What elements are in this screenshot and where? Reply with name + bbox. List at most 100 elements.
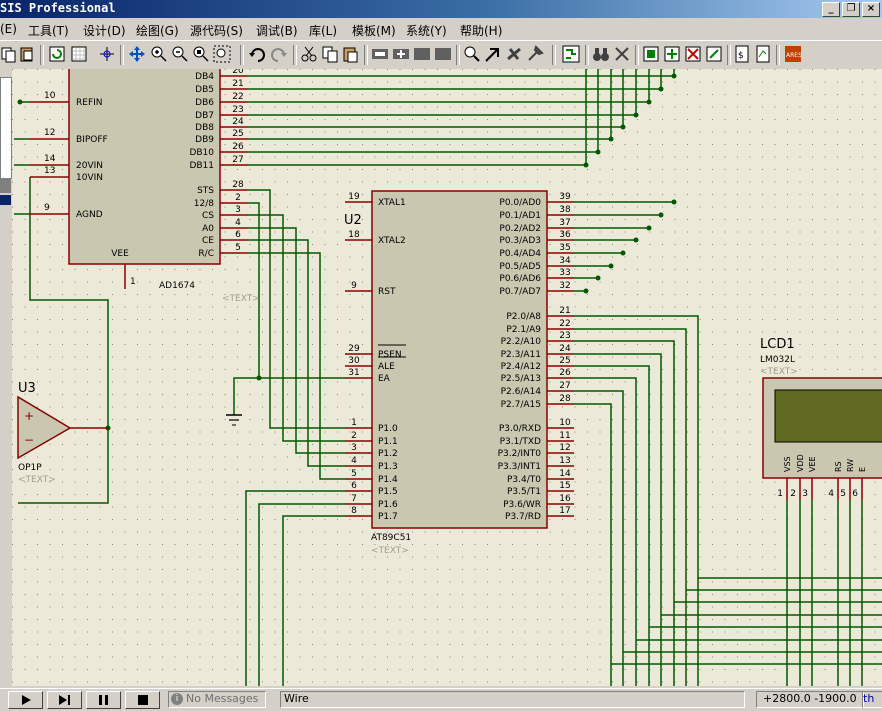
- lcd-pin-label: RS: [834, 461, 843, 472]
- mcu-pin-label: P0.5/AD5: [499, 262, 541, 272]
- svg-text:ARES: ARES: [786, 52, 802, 59]
- block-rotate-icon[interactable]: [413, 45, 431, 63]
- block-copy-icon[interactable]: [371, 45, 389, 63]
- remove-sheet-icon[interactable]: [684, 45, 702, 63]
- opamp-plus-sign: +: [24, 409, 34, 423]
- zoom-in-icon[interactable]: [150, 45, 168, 63]
- tools-icon[interactable]: [613, 45, 631, 63]
- block-move-icon[interactable]: [392, 45, 410, 63]
- refresh-icon[interactable]: [48, 45, 66, 63]
- schematic-canvas[interactable]: 10 REFIN 12 BIPOFF 14 20VIN 13 10VIN 9 AGND 20 DB4 2…: [12, 69, 882, 686]
- copy-icon[interactable]: [0, 45, 18, 63]
- new-sheet-icon[interactable]: [562, 45, 580, 63]
- mcu-pin-number: 16: [559, 494, 571, 504]
- zoom-out-icon[interactable]: [171, 45, 189, 63]
- restore-button[interactable]: ❐: [842, 2, 860, 17]
- mcu-pin-label: P1.1: [378, 437, 398, 447]
- stop-button[interactable]: [125, 691, 160, 709]
- menu-library[interactable]: 库(L): [309, 22, 337, 39]
- mcu-pin-number: 7: [351, 494, 357, 504]
- mcu-pin-number: 36: [559, 230, 571, 240]
- adc-pin-label: CS: [202, 211, 214, 221]
- lcd-pin-number: 2: [790, 489, 796, 499]
- wire-junction: [583, 162, 589, 168]
- block-delete-icon[interactable]: [434, 45, 452, 63]
- wire-junction: [583, 288, 589, 294]
- adc-pin-label: DB5: [195, 85, 214, 95]
- menu-debug[interactable]: 调试(B): [256, 22, 298, 39]
- step-button[interactable]: [47, 691, 82, 709]
- export-icon[interactable]: [705, 45, 723, 63]
- menu-help[interactable]: 帮助(H): [460, 22, 502, 39]
- left-panel[interactable]: [0, 69, 12, 686]
- device-list-icon[interactable]: [642, 45, 660, 63]
- property-assign-icon[interactable]: [526, 45, 544, 63]
- lcd-pin-number: 1: [777, 489, 783, 499]
- mcu-pin-label: P1.4: [378, 475, 398, 485]
- menu-template[interactable]: 模板(M): [352, 22, 396, 39]
- grid-icon[interactable]: [70, 45, 88, 63]
- mcu-pin-label: P3.1/TXD: [500, 437, 541, 447]
- lcd-screen[interactable]: [774, 389, 882, 443]
- menu-tools[interactable]: 工具(T): [28, 22, 69, 39]
- cut-icon[interactable]: [300, 45, 318, 63]
- mcu-pin-label: P0.2/AD2: [499, 224, 541, 234]
- mcu-pin-label: P1.5: [378, 487, 398, 497]
- redo-icon[interactable]: [270, 45, 288, 63]
- messages-label: No Messages: [186, 692, 259, 705]
- pan-icon[interactable]: [128, 45, 146, 63]
- menu-source[interactable]: 源代码(S): [190, 22, 243, 39]
- adc-pin-number: 21: [232, 79, 243, 89]
- menu-design[interactable]: 设计(D): [83, 22, 126, 39]
- zoom-all-icon[interactable]: [192, 45, 210, 63]
- paste-icon[interactable]: [18, 45, 36, 63]
- search-tagged-icon[interactable]: [505, 45, 523, 63]
- adc-pin-number: 13: [44, 166, 55, 176]
- adc-pin-number: 12: [44, 128, 55, 138]
- pause-button[interactable]: [86, 691, 121, 709]
- mcu-pin-label: P3.2/INT0: [498, 449, 542, 459]
- origin-icon[interactable]: [98, 45, 116, 63]
- play-button[interactable]: [8, 691, 43, 709]
- mcu-pin-number: 13: [559, 456, 570, 466]
- opamp-name: OP1P: [18, 463, 42, 473]
- close-button[interactable]: ×: [862, 2, 880, 17]
- minimize-button[interactable]: _: [822, 2, 840, 17]
- binoculars-icon[interactable]: [592, 45, 610, 63]
- mcu-pin-label: P0.3/AD3: [499, 236, 541, 246]
- zoom-area-icon[interactable]: [213, 45, 231, 63]
- adc-pin-label: DB10: [189, 148, 214, 158]
- autoroute-icon[interactable]: [484, 45, 502, 63]
- wire-junction: [633, 237, 639, 243]
- adc-pin-number: 22: [232, 92, 243, 102]
- mode-box: Wire: [280, 691, 745, 708]
- menu-graph[interactable]: 绘图(G): [136, 22, 179, 39]
- paste-icon-2[interactable]: [342, 45, 360, 63]
- mcu-pin-number: 2: [351, 431, 357, 441]
- adc-pin-label: R/C: [198, 249, 214, 259]
- ares-icon[interactable]: ARES: [784, 45, 802, 63]
- bom-icon[interactable]: $: [733, 45, 751, 63]
- copy-icon-2[interactable]: [321, 45, 339, 63]
- wire-junction: [646, 225, 652, 231]
- lcd-pin-number: 5: [840, 489, 846, 499]
- adc-pin-label: DB4: [195, 72, 214, 82]
- add-sheet-icon[interactable]: [663, 45, 681, 63]
- pick-device-icon[interactable]: [463, 45, 481, 63]
- mcu-pin-number: 12: [559, 443, 570, 453]
- mcu-pin-number: 1: [351, 418, 357, 428]
- mcu-pin-label: P2.7/A15: [501, 400, 541, 410]
- menu-system[interactable]: 系统(Y): [406, 22, 447, 39]
- mcu-pin-label: P1.3: [378, 462, 398, 472]
- lcd-pin-number: 6: [852, 489, 858, 499]
- menu-edit[interactable]: (E): [0, 22, 17, 36]
- undo-icon[interactable]: [248, 45, 266, 63]
- mcu-pin-number: 30: [348, 356, 360, 366]
- mcu-pin-number: 17: [559, 506, 570, 516]
- adc-pin-label: 20VIN: [76, 161, 103, 171]
- adc-pin-number: 20: [232, 69, 244, 76]
- adc-pin-number: 24: [232, 117, 244, 127]
- netlist-icon[interactable]: [754, 45, 772, 63]
- lcd-pin-label: VSS: [783, 456, 792, 472]
- mcu-pin-number: 15: [559, 481, 570, 491]
